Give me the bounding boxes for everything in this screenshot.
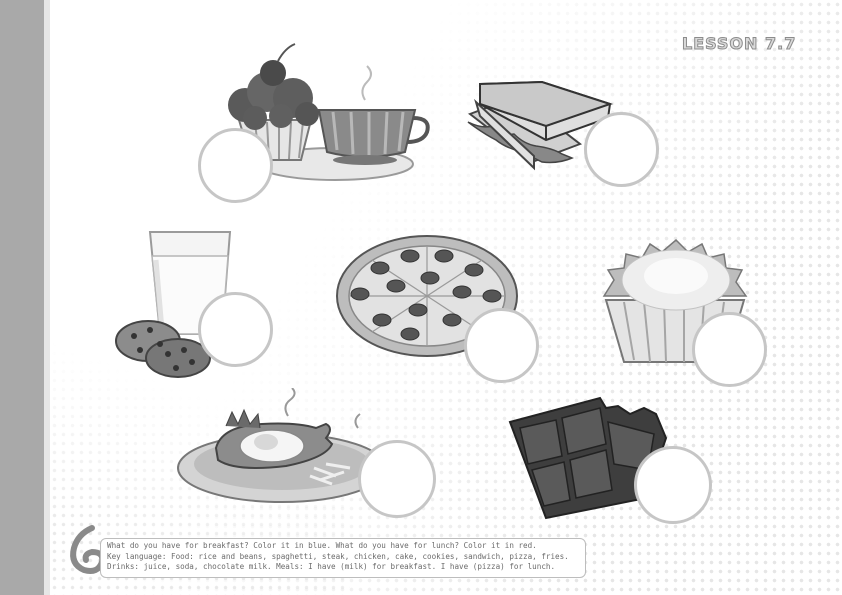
answer-circle-sandwich[interactable] [584,112,659,187]
answer-circle-pizza[interactable] [464,308,539,383]
answer-circle-cupcake[interactable] [692,312,767,387]
answer-circle-cake[interactable] [198,128,273,203]
lesson-label: LESSON 7.7 [681,34,797,54]
instructions-box: What do you have for breakfast? Color it… [100,538,586,578]
answer-circle-steak[interactable] [358,440,436,518]
instruction-line-2: Key language: Food: rice and beans, spag… [107,551,569,561]
instruction-line-3: Drinks: juice, soda, chocolate milk. Mea… [107,562,556,571]
instruction-line-1: What do you have for breakfast? Color it… [107,541,537,550]
answer-circle-milk[interactable] [198,292,273,367]
answer-circle-chocolate[interactable] [634,446,712,524]
page-spine [0,0,44,595]
